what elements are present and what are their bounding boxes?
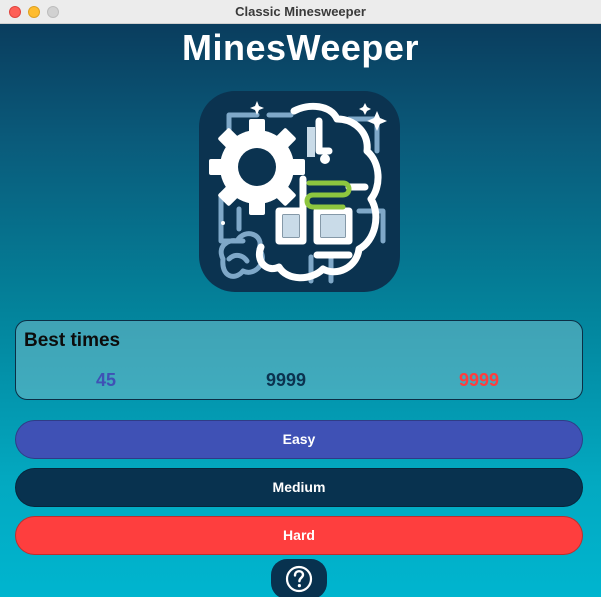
easy-button[interactable]: Easy [15,420,583,459]
title-bar[interactable]: Classic Minesweeper [0,0,601,24]
best-times-heading: Best times [24,330,121,351]
question-mark-icon [285,565,313,593]
best-time-medium: 9999 [265,370,307,390]
best-time-easy: 45 [95,370,117,390]
brain-gear-circuit-icon [199,91,400,292]
medium-button[interactable]: Medium [15,468,583,507]
window-title: Classic Minesweeper [235,4,366,19]
best-times-card: Best times 45 9999 9999 [15,320,583,400]
help-button[interactable] [271,559,327,597]
app-window: Classic Minesweeper MinesWeeper Best tim… [0,0,601,597]
app-title: MinesWeeper [182,27,419,68]
main-content: MinesWeeper Best times 45 9999 9999 Easy… [0,24,601,597]
hard-button[interactable]: Hard [15,516,583,555]
best-time-hard: 9999 [458,370,500,390]
